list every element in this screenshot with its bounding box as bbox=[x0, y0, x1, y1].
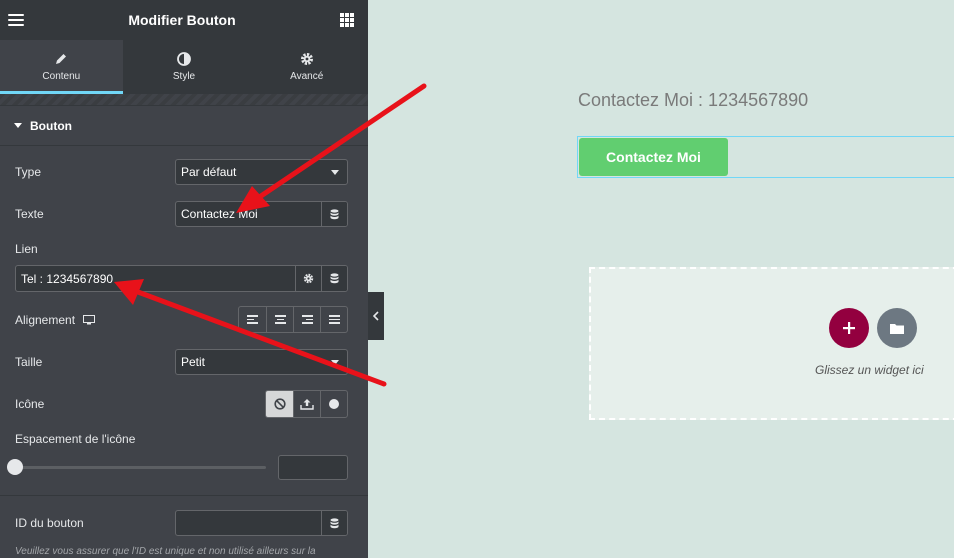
icone-label: Icône bbox=[15, 397, 45, 411]
espacement-slider-track[interactable] bbox=[15, 466, 266, 469]
type-value: Par défaut bbox=[181, 165, 237, 179]
chevron-down-icon bbox=[331, 169, 339, 175]
alignement-choices bbox=[238, 306, 348, 333]
add-section-button[interactable] bbox=[829, 308, 869, 348]
dynamic-tags-button[interactable] bbox=[321, 511, 347, 535]
collapse-panel-button[interactable] bbox=[368, 292, 384, 340]
id-bouton-input[interactable] bbox=[175, 510, 348, 536]
texte-label: Texte bbox=[15, 207, 44, 221]
database-icon bbox=[330, 517, 339, 528]
panel-title: Modifier Bouton bbox=[128, 12, 236, 28]
lien-input[interactable]: Tel : 1234567890 bbox=[15, 265, 348, 292]
type-select[interactable]: Par défaut bbox=[175, 159, 348, 185]
espacement-number-input[interactable] bbox=[278, 455, 348, 480]
pencil-icon bbox=[54, 50, 68, 68]
align-right-icon bbox=[301, 315, 313, 324]
taille-value: Petit bbox=[181, 355, 206, 369]
tab-avance[interactable]: Avancé bbox=[245, 40, 368, 94]
ban-icon bbox=[273, 398, 286, 410]
folder-icon bbox=[890, 323, 904, 334]
upload-icon bbox=[300, 399, 314, 410]
canvas-heading[interactable]: Contactez Moi : 1234567890 bbox=[578, 90, 808, 111]
add-template-button[interactable] bbox=[877, 308, 917, 348]
section-bouton-header[interactable]: Bouton bbox=[0, 106, 368, 146]
dynamic-tags-button[interactable] bbox=[321, 266, 347, 291]
lien-value[interactable]: Tel : 1234567890 bbox=[16, 266, 295, 291]
espacement-label: Espacement de l'icône bbox=[15, 432, 136, 446]
widgets-grid-icon[interactable] bbox=[340, 13, 354, 27]
control-type: Type Par défaut bbox=[15, 159, 348, 185]
control-alignement: Alignement bbox=[15, 306, 348, 333]
align-left-icon bbox=[247, 315, 258, 324]
texte-value[interactable]: Contactez Moi bbox=[176, 202, 321, 226]
align-center-button[interactable] bbox=[266, 307, 293, 332]
panel-divider bbox=[0, 94, 368, 106]
align-right-button[interactable] bbox=[293, 307, 320, 332]
align-left-button[interactable] bbox=[239, 307, 266, 332]
id-help-note: Veuillez vous assurer que l'ID est uniqu… bbox=[15, 546, 316, 557]
align-justify-button[interactable] bbox=[320, 307, 347, 332]
icon-library-button[interactable] bbox=[320, 391, 347, 417]
plus-icon bbox=[843, 322, 855, 334]
link-options-button[interactable] bbox=[295, 266, 321, 291]
circle-icon bbox=[329, 399, 339, 409]
tab-contenu[interactable]: Contenu bbox=[0, 40, 123, 94]
tab-label: Contenu bbox=[42, 70, 81, 82]
texte-input[interactable]: Contactez Moi bbox=[175, 201, 348, 227]
gear-icon bbox=[300, 50, 314, 68]
chevron-down-icon bbox=[331, 359, 339, 365]
alignement-label: Alignement bbox=[15, 313, 96, 327]
canvas-contact-button[interactable]: Contactez Moi bbox=[579, 138, 728, 176]
database-icon bbox=[330, 208, 339, 219]
control-taille: Taille Petit bbox=[15, 349, 348, 375]
gear-icon bbox=[303, 273, 314, 284]
taille-select[interactable]: Petit bbox=[175, 349, 348, 375]
lien-label: Lien bbox=[15, 242, 38, 256]
caret-down-icon bbox=[14, 123, 22, 128]
desktop-icon bbox=[83, 314, 96, 324]
control-id-bouton: ID du bouton bbox=[15, 510, 348, 536]
dynamic-tags-button[interactable] bbox=[321, 202, 347, 226]
section-divider bbox=[0, 495, 368, 496]
id-bouton-label: ID du bouton bbox=[15, 516, 84, 530]
taille-label: Taille bbox=[15, 355, 43, 369]
type-label: Type bbox=[15, 165, 42, 179]
id-bouton-value[interactable] bbox=[176, 511, 321, 535]
chevron-left-icon bbox=[373, 311, 379, 321]
control-texte: Texte Contactez Moi bbox=[15, 201, 348, 227]
tab-style[interactable]: Style bbox=[123, 40, 246, 94]
panel-header: Modifier Bouton bbox=[0, 0, 368, 40]
espacement-slider-handle[interactable] bbox=[7, 459, 23, 475]
icon-upload-button[interactable] bbox=[293, 391, 320, 417]
menu-icon[interactable] bbox=[8, 14, 24, 26]
align-center-icon bbox=[274, 315, 286, 324]
drop-zone-hint: Glissez un widget ici bbox=[815, 363, 924, 377]
contrast-icon bbox=[177, 50, 191, 68]
section-title: Bouton bbox=[30, 118, 72, 133]
editor-panel: Modifier Bouton Contenu Style Avancé Bou bbox=[0, 0, 368, 558]
icone-choices bbox=[265, 390, 348, 418]
tab-label: Style bbox=[172, 70, 196, 82]
tab-label: Avancé bbox=[290, 70, 324, 82]
database-icon bbox=[330, 273, 339, 284]
icon-none-button[interactable] bbox=[266, 391, 293, 417]
panel-tabs: Contenu Style Avancé bbox=[0, 40, 368, 94]
align-justify-icon bbox=[328, 315, 340, 324]
control-icone: Icône bbox=[15, 390, 348, 418]
